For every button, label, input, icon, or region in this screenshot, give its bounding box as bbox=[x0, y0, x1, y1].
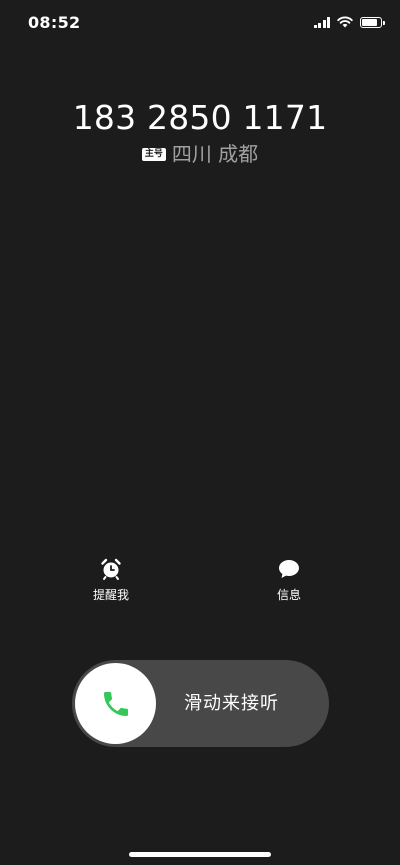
battery-icon bbox=[360, 16, 385, 28]
alarm-clock-icon bbox=[101, 558, 121, 580]
remind-me-label: 提醒我 bbox=[92, 588, 129, 602]
home-indicator[interactable] bbox=[129, 852, 271, 857]
message-label: 信息 bbox=[276, 588, 301, 602]
slider-knob[interactable] bbox=[75, 663, 156, 744]
caller-info: 183 2850 1171 主号 四川 成都 bbox=[0, 96, 400, 168]
sim-badge: 主号 bbox=[141, 147, 166, 161]
message-button[interactable]: 信息 bbox=[249, 556, 329, 603]
phone-icon bbox=[103, 691, 128, 716]
slide-to-answer-label: 滑动来接听 bbox=[184, 693, 279, 714]
caller-meta: 主号 四川 成都 bbox=[0, 140, 400, 168]
remind-me-button[interactable]: 提醒我 bbox=[71, 556, 151, 603]
status-icons bbox=[313, 16, 385, 28]
caller-location: 四川 成都 bbox=[171, 142, 259, 166]
caller-number: 183 2850 1171 bbox=[72, 98, 328, 137]
cellular-signal-icon bbox=[313, 16, 330, 28]
status-time: 08:52 bbox=[28, 13, 81, 32]
slide-to-answer[interactable]: 滑动来接听 bbox=[72, 660, 329, 747]
message-bubble-icon bbox=[279, 560, 299, 578]
wifi-icon bbox=[337, 16, 353, 28]
status-bar: 08:52 bbox=[0, 0, 400, 48]
battery-fill bbox=[362, 18, 378, 26]
